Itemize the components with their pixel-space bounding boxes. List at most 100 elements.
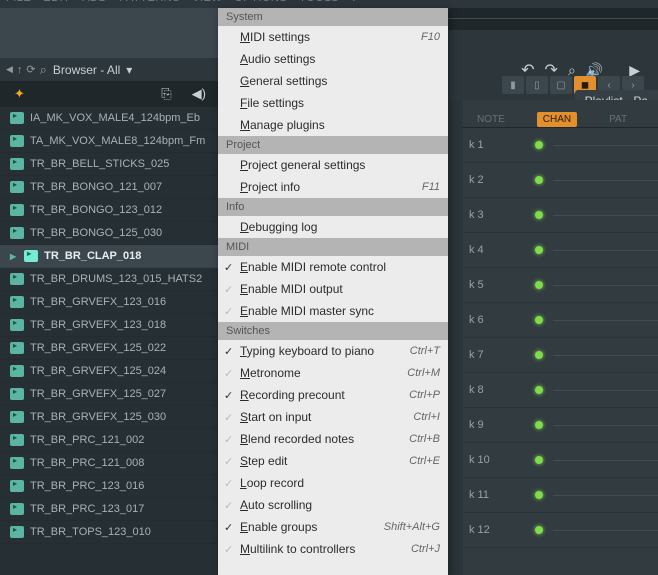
menu-options[interactable]: OPTIONS xyxy=(234,0,287,4)
track-row[interactable]: k 3 xyxy=(463,198,658,233)
track-row[interactable]: k 11 xyxy=(463,478,658,513)
menu-item[interactable]: Project general settings xyxy=(218,154,448,176)
track-name: k 11 xyxy=(463,489,513,501)
browser-header[interactable]: ◀ Browser - All xyxy=(0,58,220,81)
track-row[interactable]: k 9 xyxy=(463,408,658,443)
menu-item[interactable]: ✓Enable MIDI master sync xyxy=(218,300,448,322)
favorite-icon[interactable]: ✦ xyxy=(14,86,25,102)
menu-item-label: Metronome xyxy=(240,366,407,380)
file-row[interactable]: TR_BR_PRC_123_016 xyxy=(0,475,220,498)
file-row[interactable]: TR_BR_GRVEFX_123_018 xyxy=(0,314,220,337)
header-note[interactable]: NOTE xyxy=(471,112,511,127)
file-row[interactable]: TR_BR_GRVEFX_123_016 xyxy=(0,291,220,314)
track-led-icon[interactable] xyxy=(535,351,543,359)
menu-item[interactable]: File settings xyxy=(218,92,448,114)
menu-item[interactable]: ✓Step editCtrl+E xyxy=(218,450,448,472)
menu-?[interactable]: ? xyxy=(351,0,358,4)
menu-item[interactable]: ✓Enable MIDI output xyxy=(218,278,448,300)
menu-view[interactable]: VIEW xyxy=(192,0,222,4)
track-led-icon[interactable] xyxy=(535,246,543,254)
menu-item[interactable]: MIDI settingsF10 xyxy=(218,26,448,48)
track-row[interactable]: k 5 xyxy=(463,268,658,303)
menu-item[interactable]: ✓Recording precountCtrl+P xyxy=(218,384,448,406)
header-chan[interactable]: CHAN xyxy=(537,112,577,127)
menu-tools[interactable]: TOOLS xyxy=(299,0,339,4)
menu-item[interactable]: ✓Blend recorded notesCtrl+B xyxy=(218,428,448,450)
pill-1[interactable]: ▮ xyxy=(502,76,524,94)
file-row[interactable]: TR_BR_BONGO_125_030 xyxy=(0,222,220,245)
menu-patterns[interactable]: PATTERNS xyxy=(119,0,180,4)
track-led-icon[interactable] xyxy=(535,456,543,464)
track-led-icon[interactable] xyxy=(535,281,543,289)
track-led-icon[interactable] xyxy=(535,316,543,324)
file-row[interactable]: TA_MK_VOX_MALE8_124bpm_Fm xyxy=(0,130,220,153)
file-row[interactable]: TR_BR_PRC_123_017 xyxy=(0,498,220,521)
copy-icon[interactable]: ⎘ xyxy=(161,86,171,102)
menu-edit[interactable]: EDIT xyxy=(43,0,70,4)
file-name: TR_BR_BELL_STICKS_025 xyxy=(30,158,169,170)
menu-item[interactable]: General settings xyxy=(218,70,448,92)
file-row[interactable]: TR_BR_GRVEFX_125_030 xyxy=(0,406,220,429)
track-led-icon[interactable] xyxy=(535,526,543,534)
search-icon[interactable] xyxy=(40,62,47,78)
menu-item[interactable]: ✓Typing keyboard to pianoCtrl+T xyxy=(218,340,448,362)
track-row[interactable]: k 6 xyxy=(463,303,658,338)
sound-icon[interactable]: ◀) xyxy=(192,86,206,102)
track-row[interactable]: k 7 xyxy=(463,338,658,373)
menu-item[interactable]: Debugging log xyxy=(218,216,448,238)
track-led-icon[interactable] xyxy=(535,386,543,394)
waveform-file-icon xyxy=(10,158,24,170)
pill-2[interactable]: ▯ xyxy=(526,76,548,94)
header-pat[interactable]: PAT xyxy=(603,112,633,127)
track-row[interactable]: k 8 xyxy=(463,373,658,408)
waveform-file-icon xyxy=(10,388,24,400)
file-row[interactable]: TR_BR_GRVEFX_125_022 xyxy=(0,337,220,360)
track-row[interactable]: k 1 xyxy=(463,128,658,163)
menu-item[interactable]: Audio settings xyxy=(218,48,448,70)
menu-item[interactable]: ✓Enable MIDI remote control xyxy=(218,256,448,278)
file-row[interactable]: TR_BR_PRC_121_008 xyxy=(0,452,220,475)
menu-item[interactable]: ✓Multilink to controllersCtrl+J xyxy=(218,538,448,560)
menu-item[interactable]: Project infoF11 xyxy=(218,176,448,198)
file-row[interactable]: IA_MK_VOX_MALE4_124bpm_Eb xyxy=(0,107,220,130)
track-row[interactable]: k 4 xyxy=(463,233,658,268)
menu-item-label: Audio settings xyxy=(240,52,440,66)
track-led-icon[interactable] xyxy=(535,176,543,184)
waveform-file-icon xyxy=(10,365,24,377)
track-led-icon[interactable] xyxy=(535,421,543,429)
file-row[interactable]: ▶TR_BR_CLAP_018 xyxy=(0,245,220,268)
menu-item[interactable]: ✓Start on inputCtrl+I xyxy=(218,406,448,428)
track-led-icon[interactable] xyxy=(535,141,543,149)
track-line xyxy=(553,530,658,531)
pill-3[interactable]: ▢ xyxy=(550,76,572,94)
menu-item[interactable]: ✓Auto scrolling xyxy=(218,494,448,516)
dropdown-icon[interactable] xyxy=(126,63,132,77)
menu-item[interactable]: ✓Enable groupsShift+Alt+G xyxy=(218,516,448,538)
file-row[interactable]: TR_BR_BELL_STICKS_025 xyxy=(0,153,220,176)
track-led-icon[interactable] xyxy=(535,211,543,219)
file-row[interactable]: TR_BR_DRUMS_123_015_HATS2 xyxy=(0,268,220,291)
file-row[interactable]: TR_BR_GRVEFX_125_024 xyxy=(0,360,220,383)
menu-add[interactable]: ADD xyxy=(82,0,107,4)
track-row[interactable]: k 10 xyxy=(463,443,658,478)
file-row[interactable]: TR_BR_GRVEFX_125_027 xyxy=(0,383,220,406)
track-row[interactable]: k 2 xyxy=(463,163,658,198)
menu-file[interactable]: FILE xyxy=(6,0,31,4)
menu-item[interactable]: ✓Loop record xyxy=(218,472,448,494)
file-row[interactable]: TR_BR_BONGO_121_007 xyxy=(0,176,220,199)
file-row[interactable]: TR_BR_TOPS_123_010 xyxy=(0,521,220,544)
track-led-icon[interactable] xyxy=(535,491,543,499)
track-row[interactable]: k 12 xyxy=(463,513,658,548)
track-name: k 4 xyxy=(463,244,513,256)
file-row[interactable]: TR_BR_PRC_121_002 xyxy=(0,429,220,452)
refresh-icon[interactable] xyxy=(26,63,35,76)
file-name: IA_MK_VOX_MALE4_124bpm_Eb xyxy=(30,112,200,124)
options-menu: SystemMIDI settingsF10Audio settingsGene… xyxy=(218,8,448,575)
menu-item[interactable]: ✓MetronomeCtrl+M xyxy=(218,362,448,384)
up-icon[interactable] xyxy=(17,64,23,76)
file-row[interactable]: TR_BR_BONGO_123_012 xyxy=(0,199,220,222)
menu-item[interactable]: Manage plugins xyxy=(218,114,448,136)
menu-item-label: MIDI settings xyxy=(240,30,421,44)
collapse-icon[interactable]: ◀ xyxy=(6,64,13,75)
menu-item-shortcut: F10 xyxy=(421,31,440,43)
